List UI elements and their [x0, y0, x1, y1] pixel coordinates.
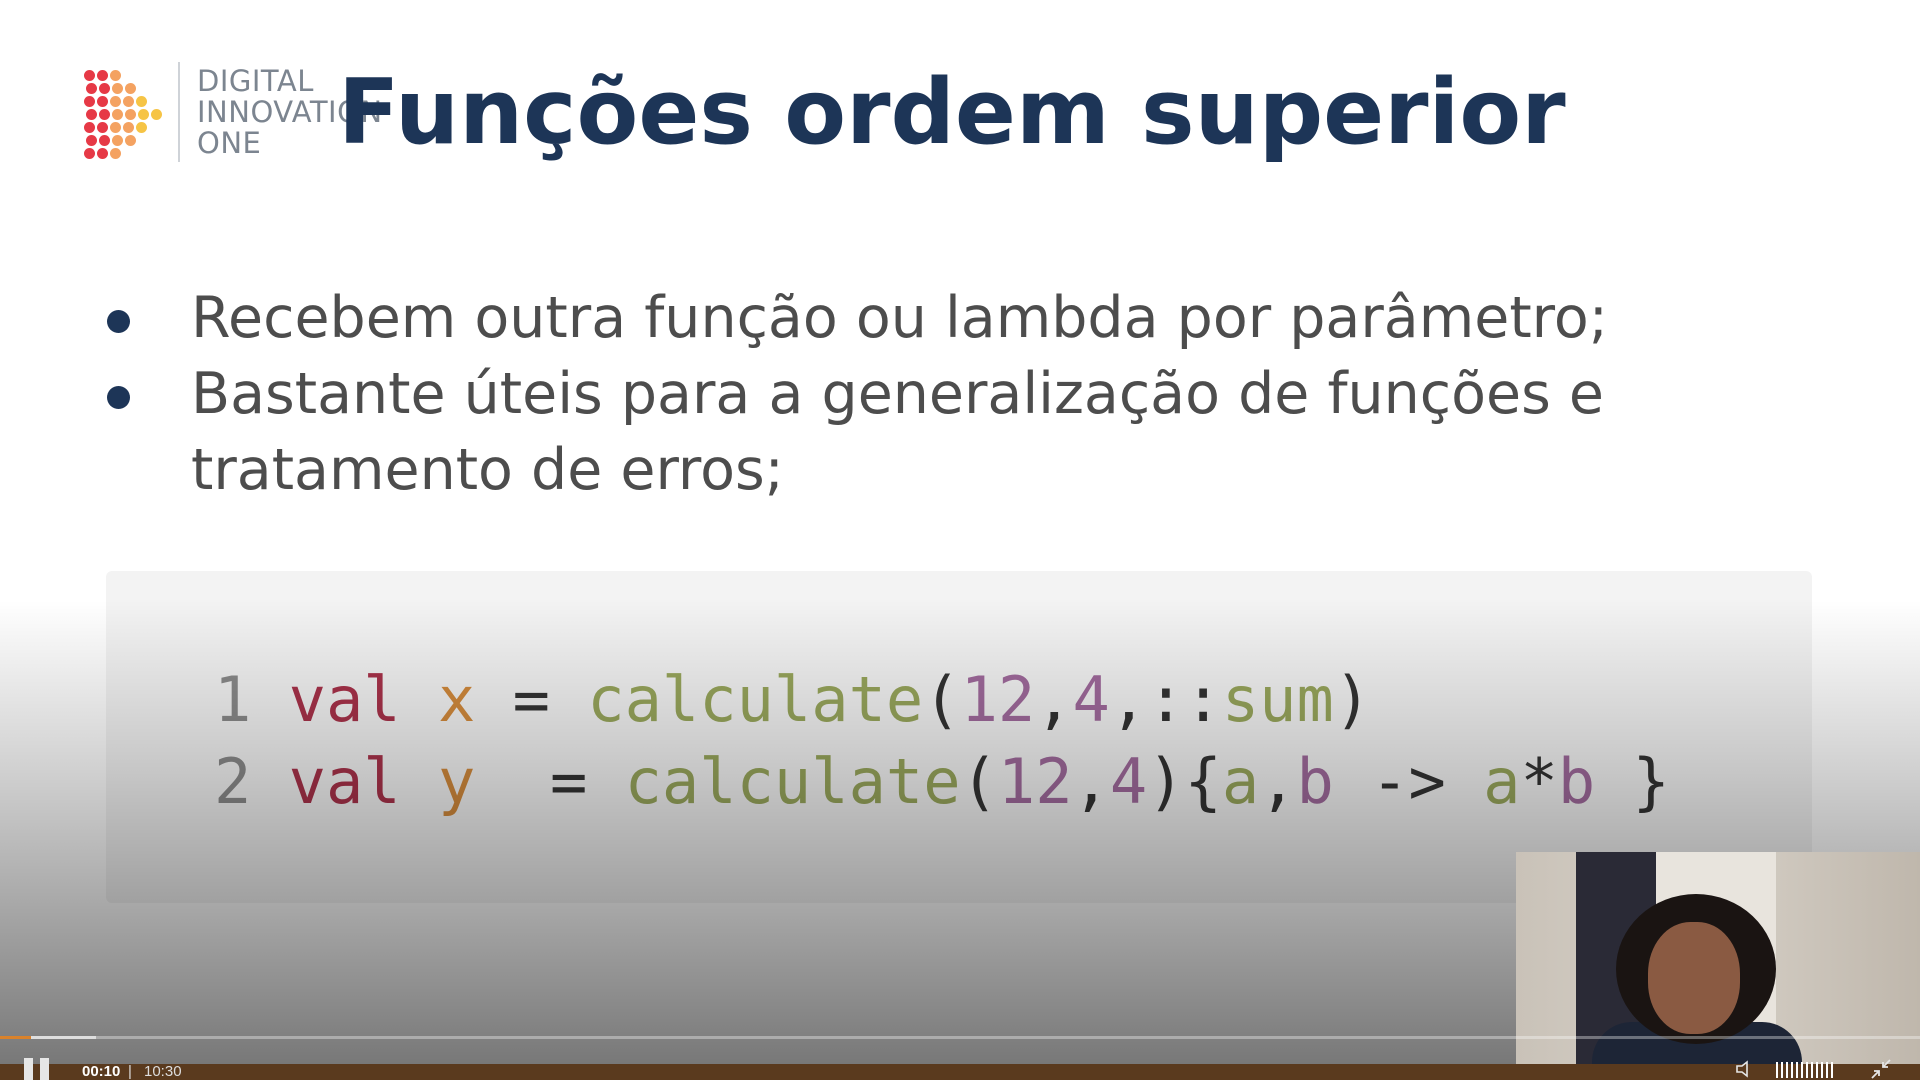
slide-title: Funções ordem superior [338, 60, 1566, 165]
code-token: ) [1333, 663, 1372, 736]
code-token: a [1221, 745, 1260, 818]
bullet-dot-icon [107, 310, 130, 333]
speaker-icon[interactable] [1736, 1060, 1756, 1078]
code-token: , [1259, 745, 1297, 818]
volume-slider[interactable] [1776, 1062, 1833, 1078]
bullet-list: Recebem outra função ou lambda por parâm… [105, 280, 1805, 508]
time-separator: | [128, 1063, 132, 1080]
pause-button[interactable] [24, 1058, 54, 1080]
code-token: * [1520, 745, 1558, 818]
code-token: calculate [587, 663, 924, 736]
code-token: val [288, 745, 401, 818]
bullet-item: Recebem outra função ou lambda por parâm… [105, 280, 1805, 356]
code-token: b [1557, 745, 1596, 818]
code-token: ,:: [1109, 663, 1222, 736]
total-time: 10:30 [144, 1063, 182, 1080]
current-time: 00:10 [82, 1063, 121, 1080]
pause-icon [24, 1058, 33, 1080]
code-line: 1 val x = calculate(12,4,::sum) [214, 659, 1670, 741]
bullet-text: Recebem outra função ou lambda por parâm… [191, 285, 1608, 351]
line-number: 2 [214, 745, 252, 818]
code-token: 4 [1109, 745, 1148, 818]
exit-fullscreen-icon[interactable] [1870, 1058, 1892, 1080]
bullet-item: Bastante úteis para a generalização de f… [105, 356, 1805, 508]
logo-divider [178, 62, 180, 162]
code-token: , [1072, 745, 1110, 818]
bullet-text: Bastante úteis para a generalização de f… [191, 361, 1604, 503]
code-token: val [288, 663, 401, 736]
code-token: a [1483, 745, 1521, 818]
dio-logo-icon [84, 70, 170, 162]
code-token: ( [960, 745, 998, 818]
player-controls: 00:10 | 10:30 [0, 1040, 1920, 1080]
bullet-dot-icon [107, 386, 130, 409]
code-token: y [437, 745, 476, 818]
code-token: ( [923, 663, 961, 736]
code-token: calculate [624, 745, 961, 818]
code-token: 12 [960, 663, 1036, 736]
progress-fill [0, 1036, 31, 1039]
code-token: b [1296, 745, 1334, 818]
code-token: x [437, 663, 476, 736]
code-token: sum [1221, 663, 1334, 736]
code-token: = [475, 745, 625, 818]
code-lines: 1 val x = calculate(12,4,::sum) 2 val y =… [214, 659, 1670, 823]
code-line: 2 val y = calculate(12,4){a,b -> a*b } [214, 741, 1670, 823]
code-token: = [475, 663, 588, 736]
code-token: 12 [997, 745, 1073, 818]
code-token: -> [1333, 745, 1484, 818]
line-number: 1 [214, 663, 252, 736]
code-token: 4 [1072, 663, 1110, 736]
code-token: , [1035, 663, 1073, 736]
code-token: } [1595, 745, 1670, 818]
progress-bar[interactable] [0, 1036, 1920, 1039]
code-token: ){ [1147, 745, 1222, 818]
